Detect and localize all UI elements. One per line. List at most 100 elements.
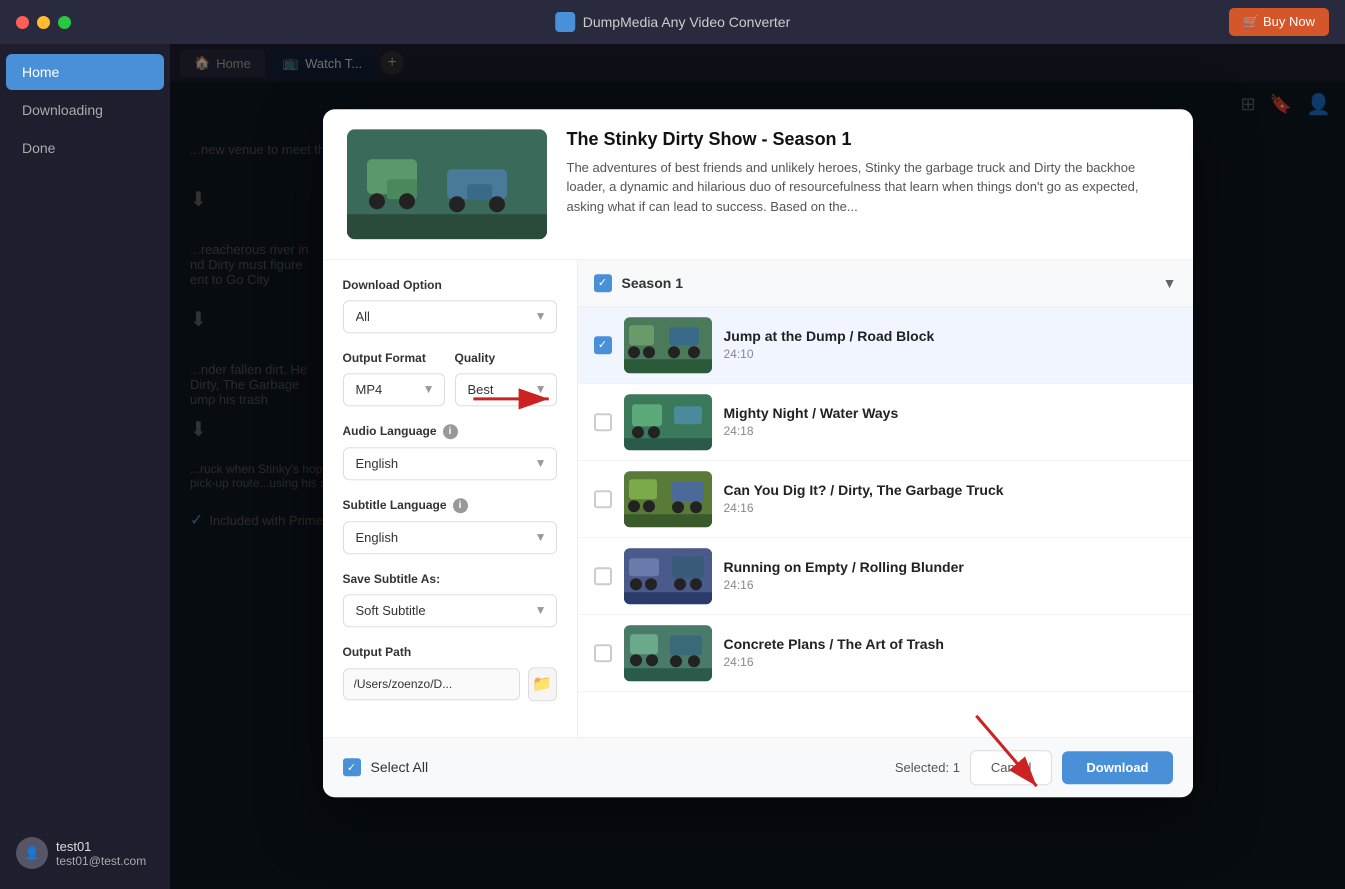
output-format-wrapper: MP4 MKV AVI ▼ xyxy=(343,373,445,406)
user-info: test01 test01@test.com xyxy=(56,839,146,868)
output-path-row: 📁 xyxy=(343,667,557,701)
sidebar-item-done[interactable]: Done xyxy=(6,130,164,166)
right-panel: ✓ Season 1 ▼ ✓ xyxy=(578,260,1193,737)
subtitle-language-group: Subtitle Language i English Spanish None… xyxy=(343,498,557,554)
episodes-list: ✓ xyxy=(578,307,1193,737)
format-quality-row: Output Format MP4 MKV AVI ▼ xyxy=(343,351,557,424)
audio-language-label: Audio Language i xyxy=(343,424,557,439)
episode-item: Can You Dig It? / Dirty, The Garbage Tru… xyxy=(578,461,1193,538)
avatar: 👤 xyxy=(16,837,48,869)
sidebar-item-home[interactable]: Home xyxy=(6,54,164,90)
episode-2-thumbnail xyxy=(624,394,712,450)
episode-2-duration: 24:18 xyxy=(724,424,1177,438)
sidebar-item-downloading[interactable]: Downloading xyxy=(6,92,164,128)
save-subtitle-select[interactable]: Soft Subtitle Hard Subtitle External Fil… xyxy=(343,594,557,627)
output-format-select[interactable]: MP4 MKV AVI xyxy=(343,373,445,406)
episode-1-checkbox[interactable]: ✓ xyxy=(594,336,612,354)
episode-5-title: Concrete Plans / The Art of Trash xyxy=(724,636,1177,652)
browse-folder-button[interactable]: 📁 xyxy=(528,667,557,701)
download-option-label: Download Option xyxy=(343,278,557,292)
title-bar: DumpMedia Any Video Converter 🛒 Buy Now xyxy=(0,0,1345,44)
select-all-label[interactable]: Select All xyxy=(371,759,429,775)
episode-4-title: Running on Empty / Rolling Blunder xyxy=(724,559,1177,575)
minimize-button[interactable] xyxy=(37,16,50,29)
episode-5-checkbox[interactable] xyxy=(594,644,612,662)
episode-4-checkbox[interactable] xyxy=(594,567,612,585)
sidebar-footer: 👤 test01 test01@test.com xyxy=(0,827,170,879)
season-header-left: ✓ Season 1 xyxy=(594,274,683,292)
footer-left: ✓ Select All xyxy=(343,758,429,776)
sidebar: Home Downloading Done 👤 test01 test01@te… xyxy=(0,44,170,889)
episode-3-checkbox[interactable] xyxy=(594,490,612,508)
audio-language-select[interactable]: English Spanish French xyxy=(343,447,557,480)
output-path-label: Output Path xyxy=(343,645,557,659)
quality-wrapper: Best 1080p 720p ▼ xyxy=(455,373,557,406)
save-subtitle-wrapper: Soft Subtitle Hard Subtitle External Fil… xyxy=(343,594,557,627)
download-option-wrapper: All Selected ▼ xyxy=(343,300,557,333)
episode-5-thumbnail xyxy=(624,625,712,681)
output-format-label: Output Format xyxy=(343,351,445,365)
audio-language-group: Audio Language i English Spanish French … xyxy=(343,424,557,480)
season-chevron-icon[interactable]: ▼ xyxy=(1163,275,1177,291)
episode-1-thumbnail xyxy=(624,317,712,373)
episode-item: Running on Empty / Rolling Blunder 24:16 xyxy=(578,538,1193,615)
episode-3-duration: 24:16 xyxy=(724,501,1177,515)
footer-right: Selected: 1 Cancel Download xyxy=(895,750,1173,785)
app-title: DumpMedia Any Video Converter xyxy=(555,12,791,32)
select-all-checkbox[interactable]: ✓ xyxy=(343,758,361,776)
output-format-group: Output Format MP4 MKV AVI ▼ xyxy=(343,351,445,406)
download-option-group: Download Option All Selected ▼ xyxy=(343,278,557,333)
quality-select[interactable]: Best 1080p 720p xyxy=(455,373,557,406)
modal-body: Download Option All Selected ▼ Output Fo… xyxy=(323,260,1193,737)
show-title: The Stinky Dirty Show - Season 1 xyxy=(567,129,1169,150)
output-path-input[interactable] xyxy=(343,668,520,700)
subtitle-language-label: Subtitle Language i xyxy=(343,498,557,513)
output-path-group: Output Path 📁 xyxy=(343,645,557,701)
download-modal: The Stinky Dirty Show - Season 1 The adv… xyxy=(323,109,1193,797)
season-label: Season 1 xyxy=(622,275,683,291)
episode-3-info: Can You Dig It? / Dirty, The Garbage Tru… xyxy=(724,482,1177,515)
episode-4-duration: 24:16 xyxy=(724,578,1177,592)
user-email: test01@test.com xyxy=(56,854,146,868)
content-area: 🏠 Home 📺 Watch T... + ⊞ 🔖 👤 ...new venue… xyxy=(170,44,1345,889)
audio-info-icon: i xyxy=(443,424,458,439)
episode-5-info: Concrete Plans / The Art of Trash 24:16 xyxy=(724,636,1177,669)
show-thumbnail xyxy=(347,129,547,239)
maximize-button[interactable] xyxy=(58,16,71,29)
episode-2-info: Mighty Night / Water Ways 24:18 xyxy=(724,405,1177,438)
episode-1-info: Jump at the Dump / Road Block 24:10 xyxy=(724,328,1177,361)
episode-4-info: Running on Empty / Rolling Blunder 24:16 xyxy=(724,559,1177,592)
save-subtitle-label: Save Subtitle As: xyxy=(343,572,557,586)
episode-item: Concrete Plans / The Art of Trash 24:16 xyxy=(578,615,1193,692)
episode-2-checkbox[interactable] xyxy=(594,413,612,431)
subtitle-language-select[interactable]: English Spanish None xyxy=(343,521,557,554)
download-option-select[interactable]: All Selected xyxy=(343,300,557,333)
main-layout: Home Downloading Done 👤 test01 test01@te… xyxy=(0,44,1345,889)
episode-4-thumbnail xyxy=(624,548,712,604)
download-button[interactable]: Download xyxy=(1062,751,1172,784)
show-description: The adventures of best friends and unlik… xyxy=(567,158,1169,217)
save-subtitle-group: Save Subtitle As: Soft Subtitle Hard Sub… xyxy=(343,572,557,627)
season-checkbox[interactable]: ✓ xyxy=(594,274,612,292)
traffic-lights xyxy=(16,16,71,29)
episode-item: Mighty Night / Water Ways 24:18 xyxy=(578,384,1193,461)
selected-count: Selected: 1 xyxy=(895,760,960,775)
episode-3-thumbnail xyxy=(624,471,712,527)
subtitle-info-icon: i xyxy=(453,498,468,513)
cancel-button[interactable]: Cancel xyxy=(970,750,1052,785)
user-name: test01 xyxy=(56,839,146,854)
left-panel: Download Option All Selected ▼ Output Fo… xyxy=(323,260,578,737)
episode-item: ✓ xyxy=(578,307,1193,384)
episode-2-title: Mighty Night / Water Ways xyxy=(724,405,1177,421)
episode-1-title: Jump at the Dump / Road Block xyxy=(724,328,1177,344)
close-button[interactable] xyxy=(16,16,29,29)
buy-now-button[interactable]: 🛒 Buy Now xyxy=(1229,8,1329,36)
quality-label: Quality xyxy=(455,351,557,365)
subtitle-language-wrapper: English Spanish None ▼ xyxy=(343,521,557,554)
app-icon xyxy=(555,12,575,32)
audio-language-wrapper: English Spanish French ▼ xyxy=(343,447,557,480)
modal-footer: ✓ Select All Selected: 1 Cancel Download xyxy=(323,737,1193,797)
episode-1-duration: 24:10 xyxy=(724,347,1177,361)
show-info: The Stinky Dirty Show - Season 1 The adv… xyxy=(567,129,1169,239)
season-header: ✓ Season 1 ▼ xyxy=(578,260,1193,307)
